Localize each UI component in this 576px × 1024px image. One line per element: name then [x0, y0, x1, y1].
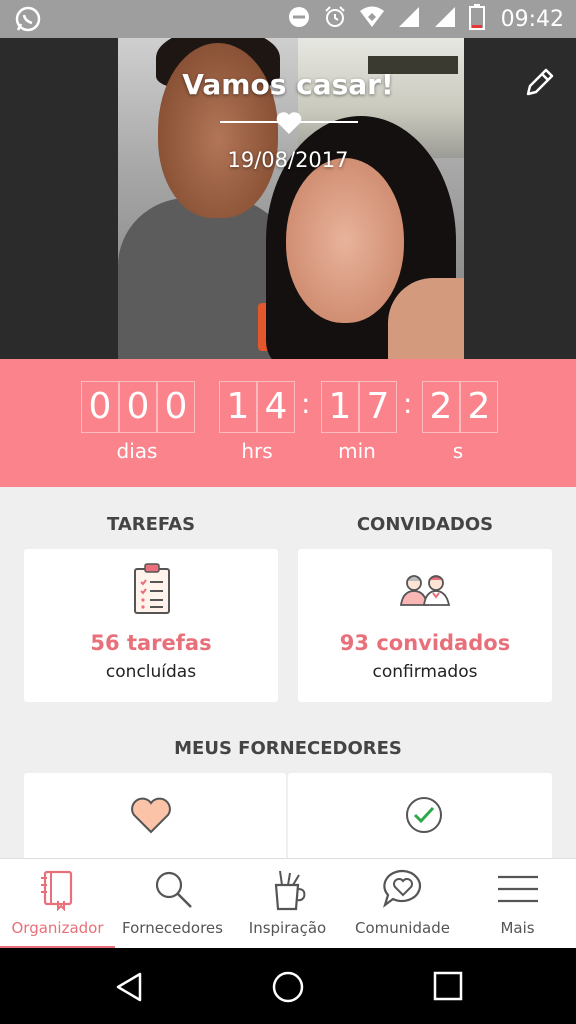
countdown-panel: 0 0 0 1 4 : 1 7 : 2 2 dias hrs min s — [0, 359, 576, 487]
heart-icon — [276, 112, 302, 134]
back-icon[interactable] — [112, 970, 146, 1004]
hours-digit: 1 — [219, 381, 257, 433]
vendors-booked-card[interactable] — [288, 773, 552, 863]
wifi-icon — [359, 5, 385, 33]
signal-icon — [397, 5, 421, 33]
pencil-cup-icon — [274, 870, 306, 911]
couple-header: Vamos casar! 19/08/2017 — [0, 38, 576, 359]
nav-inspiracao[interactable]: Inspiração — [230, 859, 345, 949]
bottom-navigation: Organizador Fornecedores Inspiração Comu… — [0, 858, 576, 949]
seconds-digit: 2 — [460, 381, 498, 433]
tasks-subtitle: concluídas — [105, 662, 197, 682]
tasks-count: 56 tarefas — [90, 631, 212, 655]
tasks-card[interactable]: 56 tarefas concluídas — [24, 549, 278, 702]
seconds-digit: 2 — [422, 381, 460, 433]
home-icon[interactable] — [270, 969, 306, 1005]
clock: 09:42 — [500, 6, 564, 32]
nav-mais[interactable]: Mais — [460, 859, 575, 949]
nav-label: Comunidade — [355, 919, 450, 937]
minutes-digit: 7 — [359, 381, 397, 433]
notebook-icon — [41, 870, 73, 911]
clipboard-checklist-icon — [134, 563, 170, 614]
status-bar: 09:42 — [0, 0, 576, 38]
tasks-heading: TAREFAS — [106, 514, 196, 535]
days-digit: 0 — [81, 381, 119, 433]
nav-fornecedores[interactable]: Fornecedores — [115, 859, 230, 949]
do-not-disturb-icon — [287, 5, 311, 33]
days-digit: 0 — [119, 381, 157, 433]
days-label: dias — [116, 439, 158, 463]
alarm-icon — [323, 5, 347, 33]
wedding-date: 19/08/2017 — [227, 148, 349, 172]
vendors-heading: MEUS FORNECEDORES — [174, 738, 402, 759]
battery-icon — [468, 4, 485, 34]
seconds-label: s — [452, 439, 464, 463]
recents-icon[interactable] — [432, 970, 464, 1002]
minutes-digit: 1 — [321, 381, 359, 433]
nav-comunidade[interactable]: Comunidade — [345, 859, 460, 949]
nav-organizador[interactable]: Organizador — [0, 859, 115, 949]
guests-subtitle: confirmados — [372, 662, 478, 682]
signal-icon — [433, 5, 457, 33]
guests-couple-icon — [399, 575, 451, 606]
nav-label: Mais — [500, 919, 535, 937]
time-separator: : — [301, 387, 311, 420]
nav-label: Inspiração — [248, 919, 327, 937]
time-separator: : — [403, 387, 413, 420]
system-navigation-bar — [0, 948, 576, 1024]
nav-label: Organizador — [11, 919, 104, 937]
menu-icon — [498, 875, 538, 903]
vendors-favorites-card[interactable] — [24, 773, 286, 863]
guests-heading: CONVIDADOS — [356, 514, 494, 535]
whatsapp-icon — [14, 5, 42, 37]
days-digit: 0 — [157, 381, 195, 433]
heart-icon — [131, 797, 171, 834]
check-circle-icon — [406, 797, 442, 833]
heart-chat-icon — [382, 869, 422, 908]
pencil-icon[interactable] — [522, 66, 556, 100]
nav-label: Fornecedores — [122, 919, 223, 937]
minutes-label: min — [338, 439, 376, 463]
guests-card[interactable]: 93 convidados confirmados — [298, 549, 552, 702]
hours-label: hrs — [241, 439, 273, 463]
hours-digit: 4 — [257, 381, 295, 433]
wedding-title: Vamos casar! — [182, 68, 394, 101]
search-icon — [155, 871, 192, 908]
guests-count: 93 convidados — [339, 631, 511, 655]
